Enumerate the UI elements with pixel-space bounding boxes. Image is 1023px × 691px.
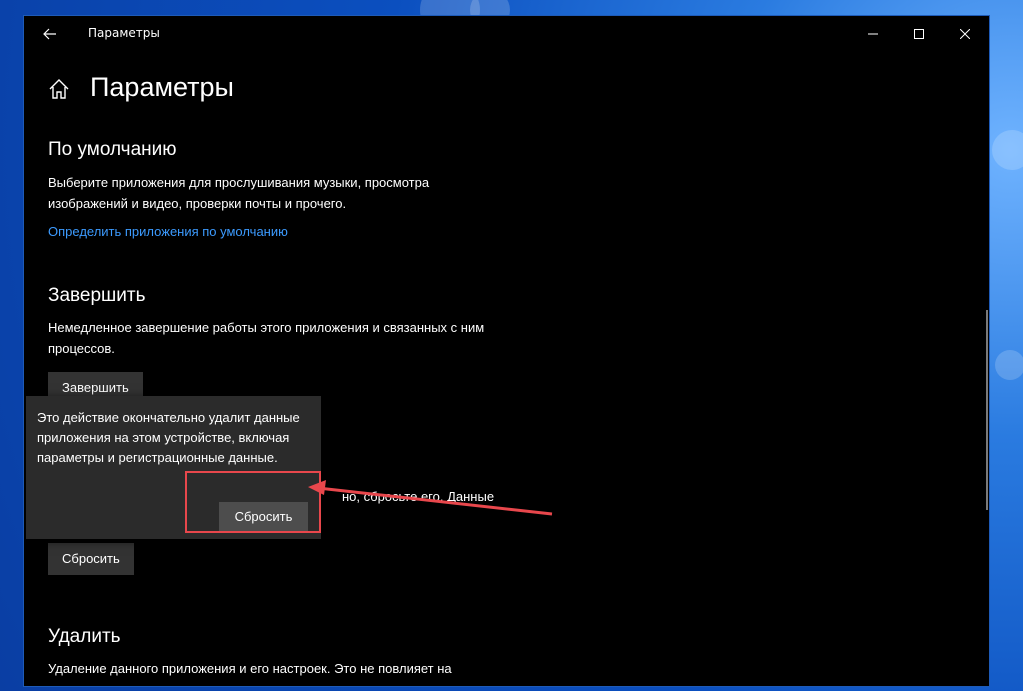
minimize-button[interactable] [850,16,896,52]
terminate-section-description: Немедленное завершение работы этого прил… [48,320,485,356]
defaults-section-title: По умолчанию [48,139,177,160]
page-title: Параметры [90,72,234,102]
home-icon [49,79,69,99]
window-title: Параметры [88,26,160,40]
desktop-wallpaper-bokeh [995,350,1023,380]
home-button[interactable] [48,78,70,100]
close-button[interactable] [942,16,988,52]
close-icon [960,29,970,39]
settings-window: Параметры Параметры По умолчанию Выберит… [24,16,989,686]
scrollbar-thumb[interactable] [986,310,988,510]
maximize-button[interactable] [896,16,942,52]
minimize-icon [868,33,878,35]
set-defaults-link[interactable]: Определить приложения по умолчанию [48,224,288,239]
arrow-left-icon [43,28,56,40]
defaults-section-description: Выберите приложения для прослушивания му… [48,175,430,211]
uninstall-section-title: Удалить [48,626,121,647]
flyout-message: Это действие окончательно удалит данные … [37,410,300,465]
terminate-section-title: Завершить [48,285,146,306]
reset-button[interactable]: Сбросить [48,543,134,575]
annotation-arrow [308,480,553,516]
back-button[interactable] [36,20,64,48]
maximize-icon [914,29,924,39]
desktop-wallpaper-bokeh [992,130,1023,170]
title-bar: Параметры [24,16,989,52]
uninstall-section-description: Удаление данного приложения и его настро… [48,661,452,676]
